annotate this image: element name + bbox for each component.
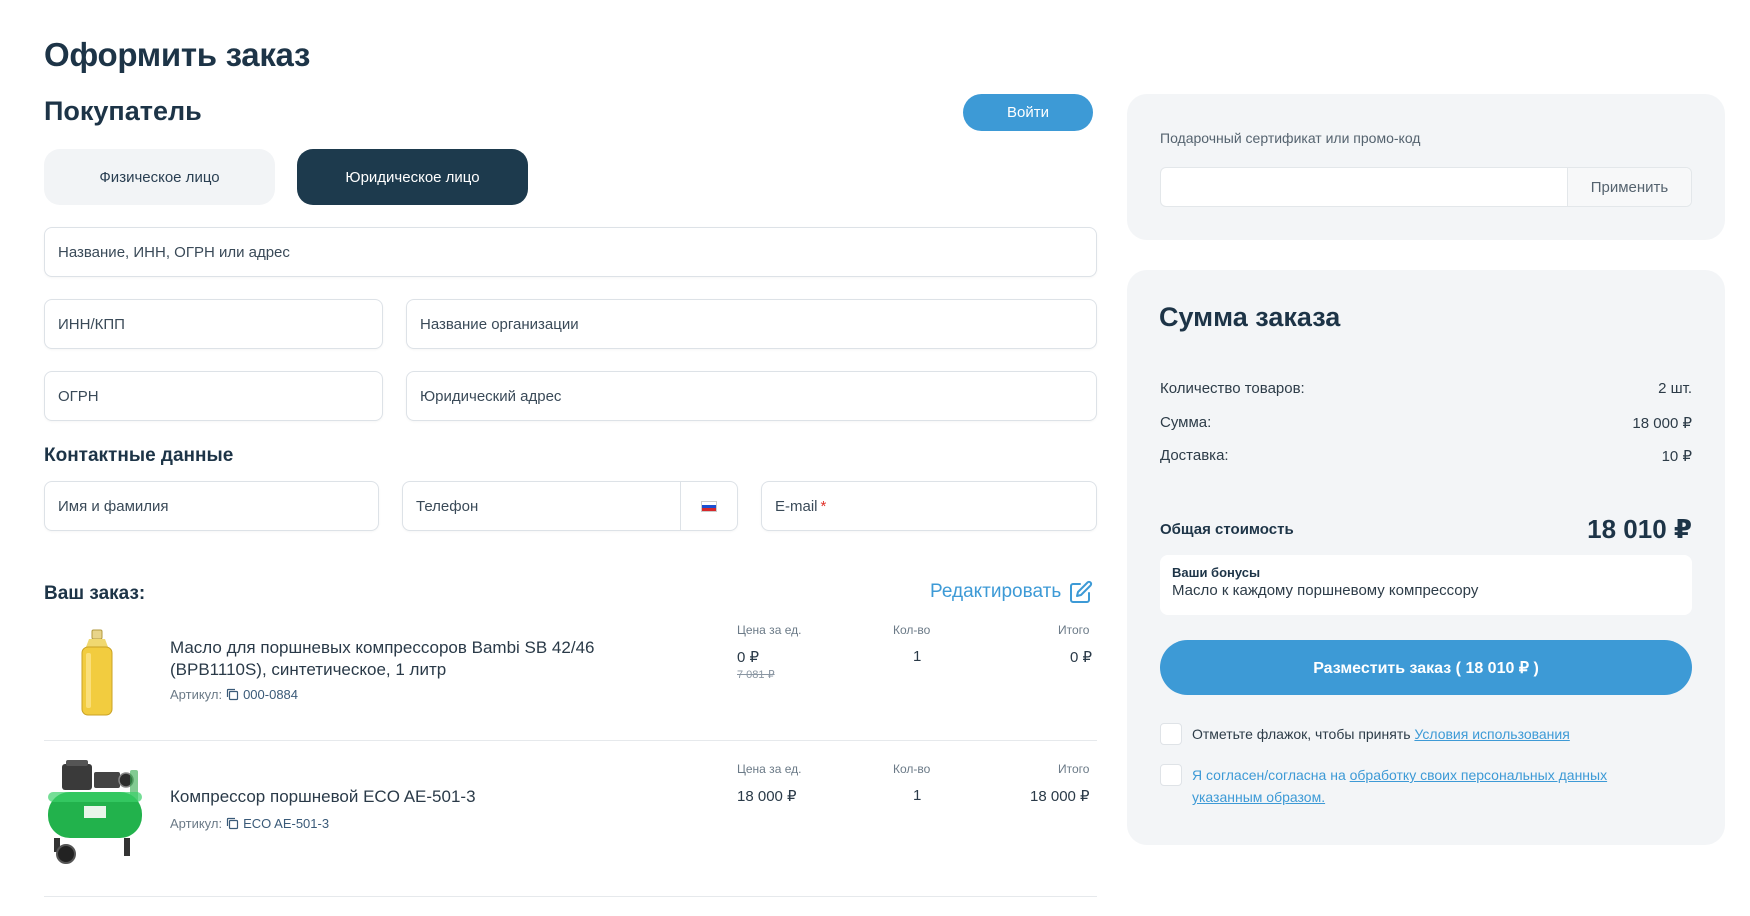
edit-order-label: Редактировать [930, 581, 1062, 602]
name-field[interactable]: Имя и фамилия [44, 481, 379, 531]
bonus-box: Ваши бонусы Масло к каждому поршневому к… [1160, 555, 1692, 615]
legal-address-placeholder: Юридический адрес [420, 387, 562, 405]
summary-subtotal-value: 18 000 ₽ [1632, 415, 1692, 432]
summary-quantity-value: 2 шт. [1658, 380, 1692, 397]
consent-checkbox[interactable] [1160, 764, 1182, 786]
consent-link-continued[interactable]: указанным образом. [1192, 789, 1325, 805]
promo-input[interactable]: Применить [1160, 167, 1692, 207]
item-1-sku-label: Артикул: [170, 687, 223, 702]
edit-order-link[interactable]: Редактировать [930, 580, 1093, 604]
name-placeholder: Имя и фамилия [58, 497, 169, 515]
item-1-name-line-1: Масло для поршневых компрессоров Bambi S… [170, 638, 595, 657]
copy-icon[interactable] [226, 688, 239, 701]
item-2-sku-value: ECO AE-501-3 [243, 816, 330, 831]
item-1-sku-value: 000-0884 [243, 687, 299, 702]
item-2-qty-header: Кол-во [893, 762, 931, 776]
terms-link[interactable]: Условия использования [1414, 726, 1569, 742]
page-title: Оформить заказ [44, 36, 311, 73]
item-1-old-price: 7 081 ₽ [737, 669, 775, 681]
tab-legal-entity[interactable]: Юридическое лицо [297, 149, 528, 205]
total-value: 18 010 ₽ [1587, 514, 1692, 544]
compressor-image[interactable] [44, 758, 148, 864]
item-2-sku-label: Артикул: [170, 816, 223, 831]
inn-kpp-field[interactable]: ИНН/КПП [44, 299, 383, 349]
legal-address-field[interactable]: Юридический адрес [406, 371, 1097, 421]
bonus-text: Масло к каждому поршневому компрессору [1172, 582, 1479, 599]
summary-delivery-label: Доставка: [1160, 447, 1229, 464]
email-field[interactable]: E-mail * [761, 481, 1097, 531]
consent-text-block: Я согласен/согласна на обработку своих п… [1192, 764, 1607, 808]
email-placeholder: E-mail [775, 497, 818, 515]
ogrn-placeholder: ОГРН [58, 387, 99, 405]
item-1-total: 0 ₽ [1070, 649, 1093, 666]
apply-promo-button[interactable]: Применить [1567, 168, 1691, 206]
ogrn-field[interactable]: ОГРН [44, 371, 383, 421]
item-1-qty-header: Кол-во [893, 623, 931, 637]
russia-flag-icon [701, 500, 717, 512]
item-1-sku: Артикул: 000-0884 [170, 687, 298, 702]
compressor-icon [48, 760, 142, 864]
item-divider [44, 740, 1097, 741]
phone-field[interactable]: Телефон [402, 481, 738, 531]
summary-subtotal-label: Сумма: [1160, 414, 1212, 431]
item-2-qty: 1 [913, 787, 922, 804]
promo-label: Подарочный сертификат или промо-код [1160, 130, 1421, 146]
country-selector[interactable] [680, 482, 737, 530]
item-1-total-header: Итого [1058, 623, 1090, 637]
item-1-qty: 1 [913, 648, 922, 665]
contacts-section-title: Контактные данные [44, 445, 234, 466]
tab-individual[interactable]: Физическое лицо [44, 149, 275, 205]
company-search-input[interactable]: Название, ИНН, ОГРН или адрес [44, 227, 1097, 277]
oil-bottle-image[interactable] [72, 628, 122, 718]
item-1-name-line-2: (BPB1110S), синтетическое, 1 литр [170, 660, 447, 679]
item-1-name[interactable]: Масло для поршневых компрессоров Bambi S… [170, 637, 710, 681]
terms-checkbox-row: Отметьте флажок, чтобы принять Условия и… [1160, 723, 1570, 745]
consent-checkbox-row: Я согласен/согласна на обработку своих п… [1160, 764, 1700, 808]
total-label: Общая стоимость [1160, 521, 1294, 538]
consent-link[interactable]: обработку своих персональных данных [1350, 767, 1607, 783]
org-name-field[interactable]: Название организации [406, 299, 1097, 349]
buyer-section-title: Покупатель [44, 96, 202, 126]
company-search-placeholder: Название, ИНН, ОГРН или адрес [58, 243, 290, 261]
org-name-placeholder: Название организации [420, 315, 579, 333]
edit-icon [1070, 580, 1093, 603]
bonus-title: Ваши бонусы [1172, 565, 1261, 580]
summary-total-row: Общая стоимость 18 010 ₽ [1160, 514, 1692, 545]
item-2-price: 18 000 ₽ [737, 788, 797, 805]
item-divider [44, 896, 1097, 897]
item-1-price: 0 ₽ [737, 649, 760, 666]
inn-kpp-placeholder: ИНН/КПП [58, 315, 125, 333]
summary-row-subtotal: Сумма: 18 000 ₽ [1160, 414, 1692, 432]
summary-delivery-value: 10 ₽ [1661, 448, 1692, 465]
copy-icon[interactable] [226, 817, 239, 830]
phone-placeholder: Телефон [416, 497, 479, 515]
terms-text-block: Отметьте флажок, чтобы принять Условия и… [1192, 723, 1570, 745]
item-1-price-header: Цена за ед. [737, 623, 802, 637]
item-2-name[interactable]: Компрессор поршневой ECO AE-501-3 [170, 786, 710, 808]
item-2-sku: Артикул: ECO AE-501-3 [170, 816, 329, 831]
order-section-title: Ваш заказ: [44, 583, 146, 604]
place-order-button[interactable]: Разместить заказ ( 18 010 ₽ ) [1160, 640, 1692, 695]
summary-row-quantity: Количество товаров: 2 шт. [1160, 380, 1692, 397]
item-2-price-header: Цена за ед. [737, 762, 802, 776]
consent-text: Я согласен/согласна на [1192, 767, 1346, 783]
item-2-total: 18 000 ₽ [1030, 788, 1090, 805]
terms-text: Отметьте флажок, чтобы принять [1192, 726, 1411, 742]
summary-row-delivery: Доставка: 10 ₽ [1160, 447, 1692, 465]
summary-quantity-label: Количество товаров: [1160, 380, 1305, 397]
summary-title: Сумма заказа [1159, 302, 1341, 332]
terms-checkbox[interactable] [1160, 723, 1182, 745]
oil-bottle-icon [81, 629, 113, 716]
login-button[interactable]: Войти [963, 94, 1093, 131]
required-mark: * [820, 497, 827, 515]
item-2-total-header: Итого [1058, 762, 1090, 776]
